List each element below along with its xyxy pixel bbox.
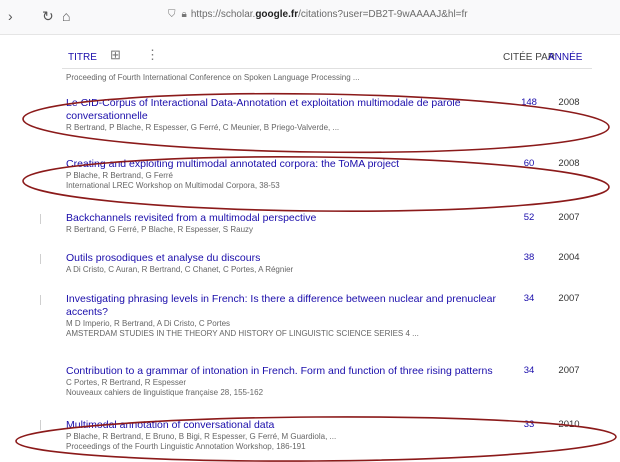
article-authors: C Portes, R Bertrand, R Espesser <box>66 378 187 387</box>
url-domain: google.fr <box>255 9 299 20</box>
lock-icon: 🔒︎ <box>181 9 187 20</box>
row-marker <box>40 420 45 430</box>
cited-count-link[interactable]: 148 <box>514 97 544 108</box>
article-authors: R Bertrand, P Blache, R Espesser, G Ferr… <box>66 123 340 132</box>
home-icon[interactable]: ⌂ <box>62 8 70 24</box>
article-title-link[interactable]: Creating and exploiting multimodal annot… <box>66 158 496 171</box>
article-row: Contribution to a grammar of intonation … <box>66 365 592 398</box>
article-row: Outils prosodiques et analyse du discour… <box>66 252 592 275</box>
article-year: 2008 <box>558 158 580 169</box>
cited-count-link[interactable]: 60 <box>514 158 544 169</box>
article-row: Creating and exploiting multimodal annot… <box>66 158 592 191</box>
forward-icon[interactable]: › <box>8 8 13 24</box>
cited-count-link[interactable]: 34 <box>514 293 544 304</box>
article-title-link[interactable]: Contribution to a grammar of intonation … <box>66 365 506 378</box>
article-year: 2007 <box>558 293 580 304</box>
article-row: Backchannels revisited from a multimodal… <box>66 212 592 235</box>
article-year: 2008 <box>558 97 580 108</box>
article-venue: AMSTERDAM STUDIES IN THE THEORY AND HIST… <box>66 329 419 338</box>
row-marker <box>40 214 45 224</box>
row-marker <box>40 295 45 305</box>
article-venue: International LREC Workshop on Multimoda… <box>66 181 280 190</box>
article-title-link[interactable]: Le CID-Corpus of Interactional Data-Anno… <box>66 97 466 123</box>
article-venue: Proceedings of the Fourth Linguistic Ann… <box>66 442 306 451</box>
article-year: 2010 <box>558 419 580 430</box>
article-authors: A Di Cristo, C Auran, R Bertrand, C Chan… <box>66 265 294 274</box>
column-year-sort[interactable]: ANNÉE <box>548 50 582 66</box>
previous-article-venue: Proceeding of Fourth International Confe… <box>66 73 360 82</box>
article-year: 2007 <box>558 365 580 376</box>
article-venue: Nouveaux cahiers de linguistique françai… <box>66 388 264 397</box>
reload-icon[interactable]: ↻ <box>42 8 54 24</box>
article-authors: M D Imperio, R Bertrand, A Di Cristo, C … <box>66 319 231 328</box>
url-suffix: /citations?user=DB2T-9wAAAAJ&hl=fr <box>298 9 468 20</box>
row-marker <box>40 254 45 264</box>
browser-toolbar: › ↻ ⌂ ⛉ 🔒︎ https://scholar.google.fr/citat… <box>0 0 620 35</box>
article-title-link[interactable]: Backchannels revisited from a multimodal… <box>66 212 496 225</box>
article-title-link[interactable]: Outils prosodiques et analyse du discour… <box>66 252 466 265</box>
add-article-icon[interactable]: ⊞ <box>110 47 121 63</box>
cited-count-link[interactable]: 52 <box>514 212 544 223</box>
more-options-icon[interactable]: ⋮ <box>146 47 159 63</box>
address-bar[interactable]: ⛉ 🔒︎ https://scholar.google.fr/citations?u… <box>168 9 468 20</box>
article-year: 2004 <box>558 252 580 263</box>
url-prefix: https://scholar. <box>190 9 256 20</box>
article-row: Investigating phrasing levels in French:… <box>66 293 592 339</box>
article-title-link[interactable]: Multimodal annotation of conversational … <box>66 419 466 432</box>
article-title-link[interactable]: Investigating phrasing levels in French:… <box>66 293 496 319</box>
header-divider <box>62 68 592 69</box>
article-authors: P Blache, R Bertrand, E Bruno, B Bigi, R… <box>66 432 337 441</box>
article-row: Le CID-Corpus of Interactional Data-Anno… <box>66 97 592 133</box>
cited-count-link[interactable]: 38 <box>514 252 544 263</box>
article-authors: P Blache, R Bertrand, G Ferré <box>66 171 174 180</box>
cited-count-link[interactable]: 33 <box>514 419 544 430</box>
article-row: Multimodal annotation of conversational … <box>66 419 592 452</box>
article-authors: R Bertrand, G Ferré, P Blache, R Espesse… <box>66 225 254 234</box>
shield-icon: ⛉ <box>168 9 176 20</box>
article-year: 2007 <box>558 212 580 223</box>
cited-count-link[interactable]: 34 <box>514 365 544 376</box>
column-title-sort[interactable]: TITRE <box>68 50 97 66</box>
